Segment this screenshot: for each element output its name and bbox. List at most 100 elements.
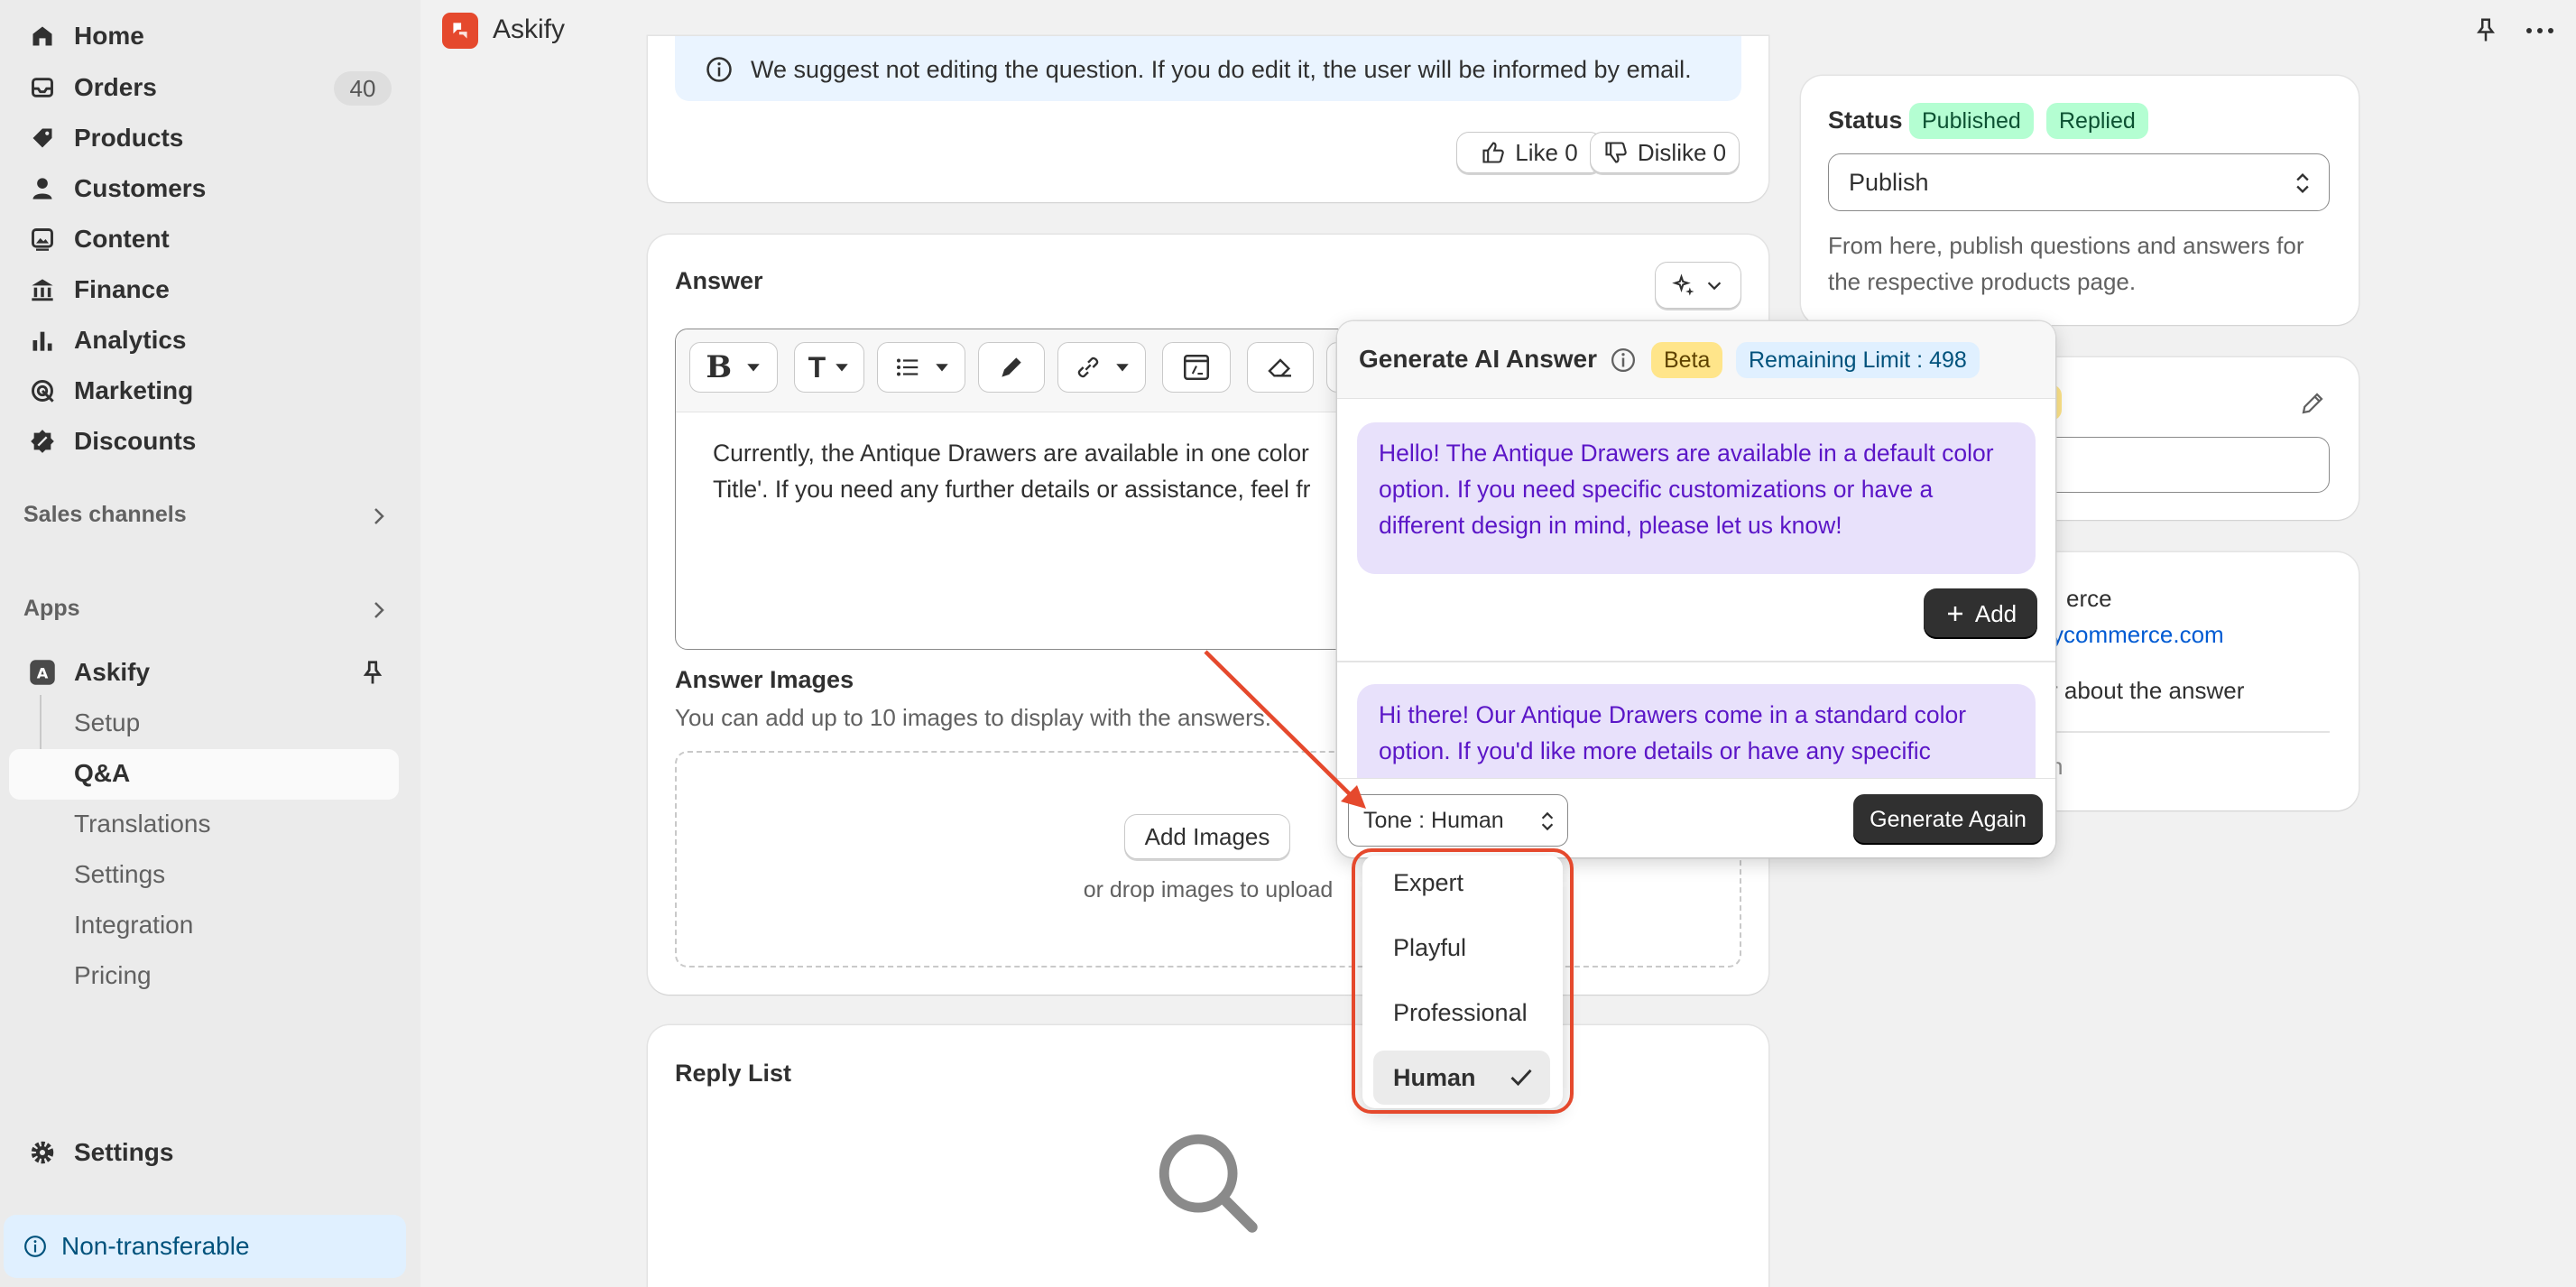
sparkle-icon <box>1672 273 1694 296</box>
more-horizontal-icon[interactable] <box>2525 20 2555 42</box>
link-icon <box>1077 356 1098 378</box>
reply-list-title: Reply List <box>675 1060 792 1087</box>
home-icon <box>27 21 58 51</box>
bold-icon: B <box>706 349 733 385</box>
answer-text[interactable]: Currently, the Antique Drawers are avail… <box>713 435 1311 507</box>
link-tool[interactable] <box>1057 342 1146 393</box>
nav-content[interactable]: Content <box>27 218 170 261</box>
reply-list-card: Reply List <box>648 1025 1768 1287</box>
like-label: Like 0 <box>1515 138 1578 166</box>
bold-tool[interactable]: B <box>689 342 778 393</box>
notice-text: We suggest not editing the question. If … <box>751 56 1692 83</box>
nav-settings[interactable]: Settings <box>27 1131 173 1174</box>
published-badge: Published <box>1909 103 2034 139</box>
tag-icon <box>27 123 58 153</box>
nav-products[interactable]: Products <box>27 116 183 160</box>
thumbs-up-icon <box>1482 142 1505 163</box>
nav-customers[interactable]: Customers <box>27 167 206 210</box>
tone-option-human-label: Human <box>1393 1063 1476 1091</box>
nav-home[interactable]: Home <box>27 14 144 58</box>
popover-title: Generate AI Answer <box>1359 345 1598 373</box>
search-icon <box>1159 1134 1258 1233</box>
tone-option-human[interactable]: Human <box>1373 1051 1550 1105</box>
add-suggestion-button[interactable]: Add <box>1924 588 2037 639</box>
nav-sub-pricing[interactable]: Pricing <box>74 961 152 990</box>
generate-again-button[interactable]: Generate Again <box>1853 794 2043 845</box>
caret-down-icon <box>1115 364 1129 372</box>
dislike-label: Dislike 0 <box>1637 138 1727 166</box>
side-text-line: erce <box>2066 585 2112 612</box>
nav-sub-setup[interactable]: Setup <box>74 708 140 737</box>
status-select-value: Publish <box>1849 168 1929 196</box>
nav-marketing[interactable]: Marketing <box>27 369 193 412</box>
plus-icon <box>1947 606 1962 621</box>
checkmark-icon <box>1510 1069 1532 1087</box>
nav-marketing-label: Marketing <box>74 376 194 404</box>
nav-finance[interactable]: Finance <box>27 268 170 311</box>
question-card: We suggest not editing the question. If … <box>648 36 1768 202</box>
remaining-limit-badge: Remaining Limit : 498 <box>1736 342 1980 378</box>
status-help: From here, publish questions and answers… <box>1828 232 2304 295</box>
orders-count-badge: 40 <box>334 71 392 106</box>
nav-analytics[interactable]: Analytics <box>27 319 187 362</box>
nav-discounts-label: Discounts <box>74 427 197 455</box>
info-icon <box>24 1236 46 1257</box>
tone-option-playful[interactable]: Playful <box>1373 921 1550 975</box>
tone-option-professional[interactable]: Professional <box>1373 986 1550 1040</box>
non-transferable-banner[interactable]: Non-transferable <box>4 1215 406 1278</box>
tone-option-expert[interactable]: Expert <box>1373 856 1550 910</box>
color-tool[interactable] <box>978 342 1045 393</box>
askify-logo-icon: A <box>27 657 58 688</box>
caret-down-icon <box>836 364 849 372</box>
person-icon <box>27 173 58 204</box>
pen-icon <box>1002 357 1021 377</box>
text-size-tool[interactable]: T <box>794 342 864 393</box>
add-label: Add <box>1974 599 2017 627</box>
eraser-tool[interactable] <box>1247 342 1314 393</box>
info-icon[interactable] <box>1610 347 1637 374</box>
non-transferable-label: Non-transferable <box>61 1232 250 1260</box>
gear-icon <box>27 1137 58 1168</box>
ai-suggestion-1: Hello! The Antique Drawers are available… <box>1357 422 2036 574</box>
side-link[interactable]: ycommerce.com <box>2052 621 2224 649</box>
ai-generate-button[interactable] <box>1655 262 1741 309</box>
eraser-icon <box>1268 358 1291 377</box>
answer-images-title: Answer Images <box>675 666 854 693</box>
target-icon <box>27 375 58 406</box>
nav-sub-qa[interactable]: Q&A <box>74 759 130 788</box>
nav-analytics-label: Analytics <box>74 326 187 354</box>
caret-down-icon <box>746 364 760 372</box>
content-icon <box>27 224 58 255</box>
nav-sub-settings[interactable]: Settings <box>74 860 165 889</box>
list-tool[interactable] <box>877 342 965 393</box>
ai-answer-popover: Generate AI Answer Beta Remaining Limit … <box>1337 321 2055 857</box>
app-title: Askify <box>493 14 566 44</box>
thumbs-down-icon <box>1605 142 1627 163</box>
answer-title: Answer <box>675 267 763 294</box>
nav-home-label: Home <box>74 22 144 50</box>
nav-orders[interactable]: Orders <box>27 66 157 109</box>
like-button[interactable]: Like 0 <box>1456 132 1602 173</box>
chevron-right-icon[interactable] <box>368 505 390 527</box>
apps-heading[interactable]: Apps <box>23 596 80 622</box>
nav-orders-label: Orders <box>74 73 157 101</box>
inbox-icon <box>27 72 58 103</box>
drop-text: or drop images to upload <box>1083 877 1334 903</box>
status-select[interactable]: Publish <box>1828 153 2330 211</box>
edit-icon[interactable] <box>2299 390 2326 417</box>
pin-icon[interactable] <box>2472 16 2499 43</box>
status-card: Status Published Replied Publish From he… <box>1801 76 2359 325</box>
nav-sub-translations[interactable]: Translations <box>74 810 210 838</box>
nav-discounts[interactable]: Discounts <box>27 420 196 463</box>
nav-askify[interactable]: A Askify <box>27 651 150 694</box>
askify-logo-icon <box>442 13 478 49</box>
chevron-right-icon[interactable] <box>368 599 390 621</box>
annotation-arrow <box>1204 650 1366 809</box>
nav-sub-integration[interactable]: Integration <box>74 911 193 940</box>
dislike-button[interactable]: Dislike 0 <box>1590 132 1740 173</box>
sales-channels-heading[interactable]: Sales channels <box>23 502 187 528</box>
nav-content-label: Content <box>74 225 170 253</box>
code-tool[interactable] <box>1162 342 1231 393</box>
pin-icon[interactable] <box>359 659 386 686</box>
nav-settings-label: Settings <box>74 1138 174 1166</box>
